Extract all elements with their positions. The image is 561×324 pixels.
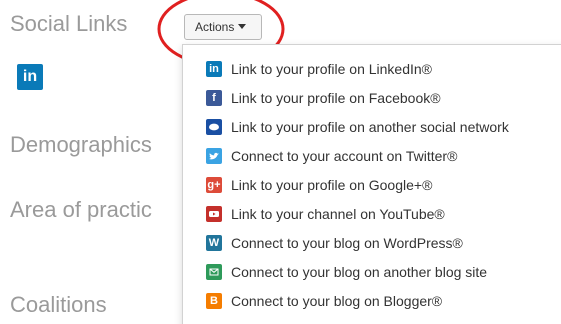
menu-item-blogger[interactable]: B Connect to your blog on Blogger®	[206, 289, 561, 313]
menu-item-blog-site[interactable]: Connect to your blog on another blog sit…	[206, 260, 561, 284]
twitter-icon	[206, 148, 222, 164]
menu-item-label: Link to your profile on LinkedIn®	[231, 61, 432, 77]
menu-item-label: Link to your profile on another social n…	[231, 119, 509, 135]
menu-item-label: Connect to your blog on WordPress®	[231, 235, 463, 251]
menu-item-label: Link to your profile on Google+®	[231, 177, 433, 193]
menu-item-youtube[interactable]: Link to your channel on YouTube®	[206, 202, 561, 226]
blog-site-icon	[206, 264, 222, 280]
menu-item-label: Connect to your blog on Blogger®	[231, 293, 443, 309]
menu-item-label: Link to your channel on YouTube®	[231, 206, 445, 222]
menu-item-social-network[interactable]: Link to your profile on another social n…	[206, 115, 561, 139]
facebook-icon: f	[206, 90, 222, 106]
actions-button[interactable]: Actions	[184, 14, 262, 40]
section-title-social-links: Social Links	[10, 11, 128, 36]
menu-item-wordpress[interactable]: W Connect to your blog on WordPress®	[206, 231, 561, 255]
wordpress-icon: W	[206, 235, 222, 251]
actions-dropdown-menu: in Link to your profile on LinkedIn® f L…	[182, 44, 561, 324]
menu-item-linkedin[interactable]: in Link to your profile on LinkedIn®	[206, 57, 561, 81]
menu-item-label: Link to your profile on Facebook®	[231, 90, 441, 106]
menu-item-google-plus[interactable]: g+ Link to your profile on Google+®	[206, 173, 561, 197]
blogger-icon: B	[206, 293, 222, 309]
linkedin-icon[interactable]: in	[17, 64, 43, 90]
caret-down-icon	[238, 24, 247, 29]
section-title-area-of-practice: Area of practic	[10, 197, 152, 222]
page: Social Links in Demographics Area of pra…	[0, 0, 561, 324]
social-network-icon	[206, 119, 222, 135]
actions-button-label: Actions	[195, 20, 235, 34]
menu-item-label: Connect to your account on Twitter®	[231, 148, 458, 164]
section-title-coalitions: Coalitions	[10, 292, 107, 317]
google-plus-icon: g+	[206, 177, 222, 193]
menu-item-label: Connect to your blog on another blog sit…	[231, 264, 488, 280]
menu-item-facebook[interactable]: f Link to your profile on Facebook®	[206, 86, 561, 110]
linkedin-icon: in	[206, 61, 222, 77]
menu-item-twitter[interactable]: Connect to your account on Twitter®	[206, 144, 561, 168]
section-title-demographics: Demographics	[10, 132, 152, 157]
youtube-icon	[206, 206, 222, 222]
